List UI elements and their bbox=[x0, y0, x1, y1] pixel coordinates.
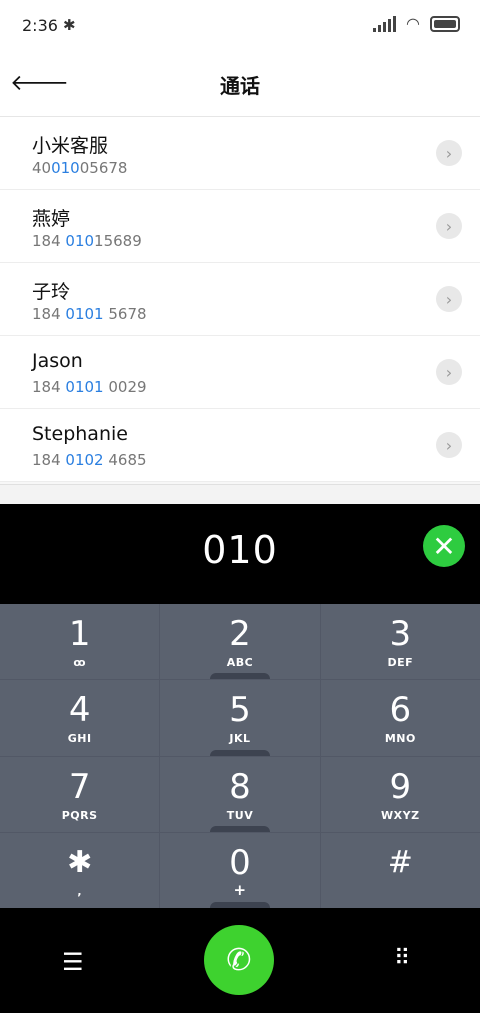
status-bar: 2:36 ✱ ◠ bbox=[0, 0, 480, 52]
number-part: 15689 bbox=[94, 232, 142, 250]
key-letters: , bbox=[77, 884, 82, 898]
number-highlight: 010 bbox=[65, 232, 95, 250]
number-part: 0029 bbox=[103, 378, 147, 396]
number-highlight: 0101 bbox=[65, 378, 104, 396]
key-digit: 0 bbox=[229, 842, 251, 883]
contact-number: 184 0101 5678 bbox=[32, 305, 147, 323]
key-9[interactable]: 9 WXYZ bbox=[320, 756, 480, 832]
key-letters: PQRS bbox=[61, 808, 98, 822]
key-hash[interactable]: # bbox=[320, 832, 480, 908]
page-title: 通话 bbox=[220, 74, 260, 98]
key-letters: + bbox=[233, 880, 247, 899]
app-header: 🡐 通话 bbox=[0, 52, 480, 117]
key-3[interactable]: 3 DEF bbox=[320, 604, 480, 680]
contact-number: 4001005678 bbox=[32, 159, 127, 177]
key-0[interactable]: 0 + bbox=[160, 832, 320, 908]
key-2[interactable]: 2 ABC bbox=[160, 604, 320, 680]
number-highlight: 010 bbox=[51, 159, 80, 177]
key-star[interactable]: ✱, bbox=[0, 832, 160, 908]
list-item[interactable]: 燕婷 184 01015689 › bbox=[0, 190, 480, 263]
chevron-right-icon[interactable]: › bbox=[436, 140, 462, 166]
key-digit: 4 bbox=[68, 690, 91, 731]
key-letters: DEF bbox=[387, 656, 414, 669]
phone-icon: ✆ bbox=[226, 942, 252, 978]
key-5[interactable]: 5 JKL bbox=[160, 680, 320, 756]
key-letters: ABC bbox=[226, 656, 254, 669]
key-indicator bbox=[209, 825, 270, 832]
list-item[interactable]: Stephanie 184 0102 4685 › bbox=[0, 409, 480, 482]
bottom-nav: ☰ ✆ ⠿ bbox=[0, 908, 480, 1013]
list-item[interactable]: 小米客服 4001005678 › bbox=[0, 117, 480, 190]
contact-number: 184 0102 4685 bbox=[32, 451, 147, 469]
contact-name: 小米客服 bbox=[32, 135, 109, 157]
voicemail-icon: ꝏ bbox=[73, 656, 86, 669]
status-icons: ◠ bbox=[373, 14, 460, 33]
key-7[interactable]: 7 PQRS bbox=[0, 756, 160, 832]
contact-name: 子玲 bbox=[32, 281, 71, 303]
key-1[interactable]: 1ꝏ bbox=[0, 604, 160, 680]
key-letters: TUV bbox=[226, 808, 254, 822]
key-digit: 8 bbox=[229, 766, 251, 807]
key-letters: GHI bbox=[67, 732, 92, 746]
contact-name: Stephanie bbox=[32, 423, 128, 445]
number-part: 40 bbox=[32, 159, 52, 177]
key-digit: 6 bbox=[389, 690, 412, 731]
number-part: 4685 bbox=[103, 451, 147, 469]
number-part: 184 bbox=[32, 378, 66, 396]
chevron-right-icon[interactable]: › bbox=[436, 286, 462, 312]
contact-name: 燕婷 bbox=[32, 208, 71, 230]
dial-keypad: 1ꝏ 2 ABC 3 DEF 4 GHI 5 JKL 6 MNO 7 PQRS 8 TUV 9… bbox=[0, 604, 480, 908]
key-digit: 3 bbox=[389, 614, 412, 654]
list-bottom-divider bbox=[0, 484, 480, 505]
wifi-icon: ◠ bbox=[406, 14, 420, 33]
menu-icon[interactable]: ☰ bbox=[62, 948, 84, 976]
key-letters: WXYZ bbox=[381, 808, 420, 822]
list-item[interactable]: Jason 184 0101 0029 › bbox=[0, 336, 480, 409]
bluetooth-icon: ✱ bbox=[63, 16, 76, 34]
number-part: 184 bbox=[32, 232, 66, 250]
chevron-right-icon[interactable]: › bbox=[436, 432, 462, 458]
key-digit: # bbox=[387, 844, 413, 880]
dialpad-icon[interactable]: ⠿ bbox=[394, 946, 410, 971]
list-item[interactable]: 子玲 184 0101 5678 › bbox=[0, 263, 480, 336]
key-6[interactable]: 6 MNO bbox=[320, 680, 480, 756]
contact-list: 小米客服 4001005678 › 燕婷 184 01015689 › 子玲 1… bbox=[0, 117, 480, 482]
number-highlight: 0101 bbox=[65, 305, 104, 323]
key-letters: JKL bbox=[229, 732, 251, 746]
key-letters: MNO bbox=[384, 732, 416, 746]
number-part: 05678 bbox=[79, 159, 128, 177]
clear-input-button[interactable]: ✕ bbox=[423, 525, 465, 567]
key-digit: 1 bbox=[68, 614, 91, 654]
chevron-right-icon[interactable]: › bbox=[436, 359, 462, 385]
key-indicator bbox=[209, 673, 270, 680]
key-indicator bbox=[209, 749, 270, 756]
contact-number: 184 0101 0029 bbox=[32, 378, 147, 396]
contact-name: Jason bbox=[32, 350, 83, 372]
number-part: 184 bbox=[32, 305, 66, 323]
key-4[interactable]: 4 GHI bbox=[0, 680, 160, 756]
dialed-number: 010 bbox=[202, 528, 278, 572]
key-digit: 5 bbox=[229, 690, 251, 731]
dial-display: 010 bbox=[0, 504, 480, 604]
contact-number: 184 01015689 bbox=[32, 232, 142, 250]
status-time: 2:36 bbox=[22, 16, 58, 35]
chevron-right-icon[interactable]: › bbox=[436, 213, 462, 239]
number-part: 184 bbox=[32, 451, 66, 469]
key-digit: 7 bbox=[68, 766, 91, 807]
number-highlight: 0102 bbox=[65, 451, 104, 469]
key-digit: 9 bbox=[389, 766, 412, 807]
call-button[interactable]: ✆ bbox=[204, 925, 274, 995]
key-digit: 2 bbox=[229, 614, 251, 654]
signal-icon bbox=[373, 15, 397, 32]
battery-icon bbox=[430, 15, 460, 32]
key-8[interactable]: 8 TUV bbox=[160, 756, 320, 832]
close-icon: ✕ bbox=[432, 529, 456, 563]
number-part: 5678 bbox=[103, 305, 147, 323]
key-digit: ✱ bbox=[67, 844, 93, 880]
